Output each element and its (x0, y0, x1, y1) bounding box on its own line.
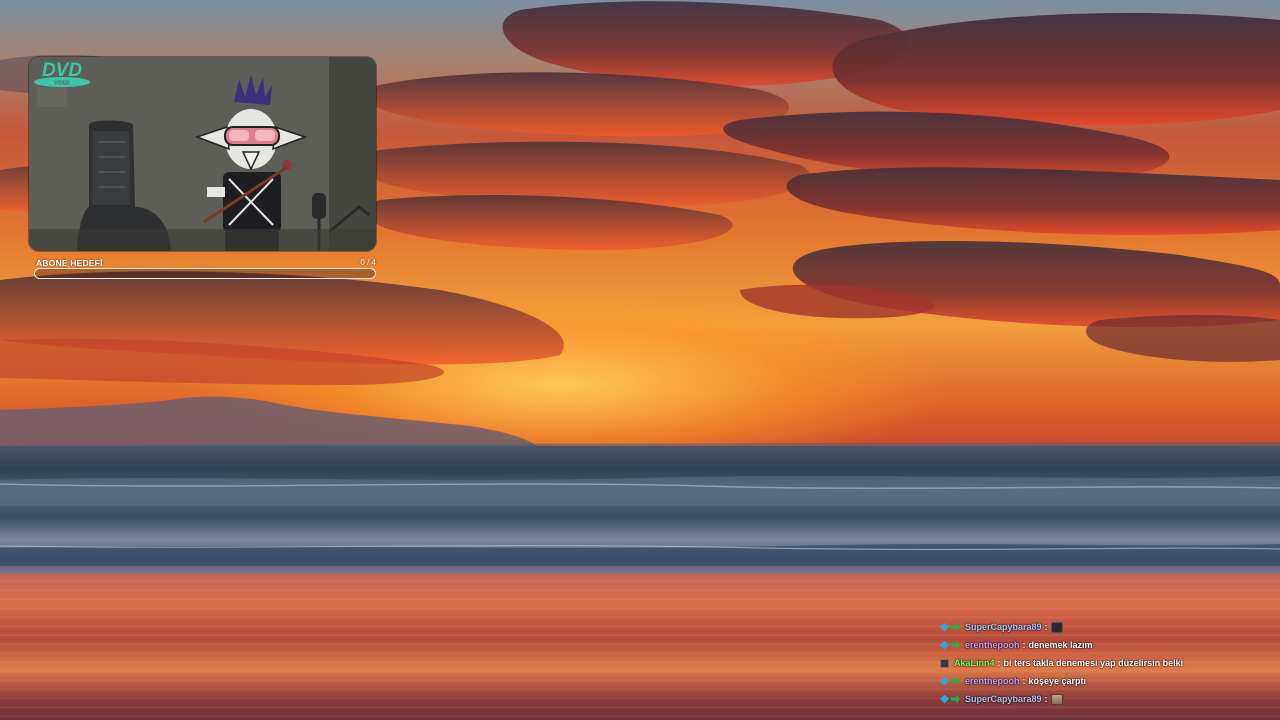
chat-username: SuperCapybara89 (965, 694, 1042, 704)
subscriber-goal-progress-bar (34, 268, 376, 279)
chat-message: erenthepooh : köşeye çarptı (940, 672, 1270, 690)
chat-username: AkaLinn4 (954, 658, 995, 668)
ocean-waves (0, 446, 1280, 576)
green-arrow-badge-icon (951, 694, 960, 704)
blue-diamond-badge-icon (940, 694, 949, 704)
svg-text:VIDEO: VIDEO (54, 81, 70, 87)
chat-message: erenthepooh : denemek lazım (940, 636, 1270, 654)
chat-message: SuperCapybara89 : (940, 618, 1270, 636)
dvd-video-logo-icon: DVD VIDEO (34, 60, 90, 87)
subscriber-goal-title: ABONE HEDEFİ (36, 258, 103, 268)
chat-username: erenthepooh (965, 640, 1020, 650)
chat-message: SuperCapybara89 : (940, 690, 1270, 708)
face-emote-icon (1050, 693, 1063, 705)
chat-text: denemek lazım (1028, 640, 1093, 650)
chat-separator: : (997, 658, 1001, 668)
chat-message: AkaLinn4 : bi ters takla denemesi yap dü… (940, 654, 1270, 672)
green-arrow-badge-icon (951, 676, 960, 686)
chat-separator: : (1022, 640, 1026, 650)
chat-separator: : (1044, 694, 1048, 704)
dark-square-badge-icon (940, 658, 949, 668)
blue-diamond-badge-icon (940, 622, 949, 632)
chat-text: köşeye çarptı (1028, 676, 1087, 686)
chat-username: erenthepooh (965, 676, 1020, 686)
dark-square-emote-icon (1050, 621, 1063, 633)
webcam-overlay: DVD VIDEO (29, 57, 376, 251)
chat-username: SuperCapybara89 (965, 622, 1042, 632)
chat-separator: : (1022, 676, 1026, 686)
chat-overlay: SuperCapybara89 : erenthepooh : denemek … (940, 618, 1270, 708)
chat-separator: : (1044, 622, 1048, 632)
blue-diamond-badge-icon (940, 640, 949, 650)
blue-diamond-badge-icon (940, 676, 949, 686)
green-arrow-badge-icon (951, 622, 960, 632)
subscriber-goal-count: 0 / 4 (360, 258, 376, 267)
chat-text: bi ters takla denemesi yap düzelirsin be… (1003, 658, 1184, 668)
green-arrow-badge-icon (951, 640, 960, 650)
